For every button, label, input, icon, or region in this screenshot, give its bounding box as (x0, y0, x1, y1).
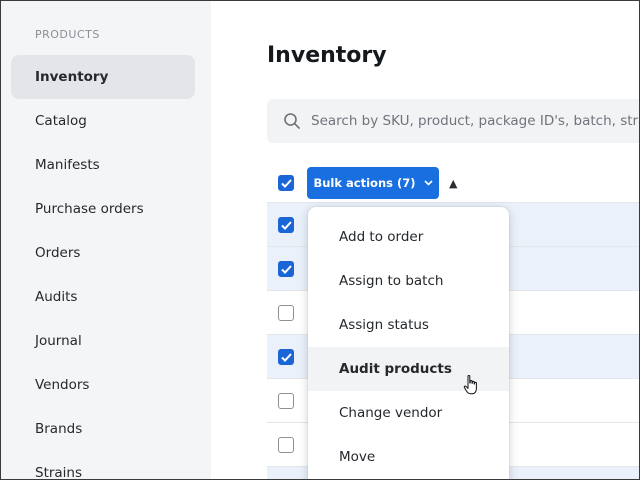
sidebar-item-journal[interactable]: Journal (11, 319, 195, 363)
sidebar-item-manifests[interactable]: Manifests (11, 143, 195, 187)
page-title: Inventory (267, 43, 387, 68)
bulk-actions-menu: Add to order Assign to batch Assign stat… (308, 207, 509, 479)
sidebar-item-catalog[interactable]: Catalog (11, 99, 195, 143)
app-window: PRODUCTS Inventory Catalog Manifests Pur… (0, 0, 640, 480)
menu-item-assign-status[interactable]: Assign status (308, 303, 509, 347)
sidebar: PRODUCTS Inventory Catalog Manifests Pur… (1, 1, 211, 479)
menu-item-change-vendor[interactable]: Change vendor (308, 391, 509, 435)
search-bar[interactable] (267, 99, 639, 143)
menu-item-move[interactable]: Move (308, 435, 509, 479)
row-checkbox[interactable] (278, 437, 294, 453)
sidebar-item-brands[interactable]: Brands (11, 407, 195, 451)
menu-item-add-to-order[interactable]: Add to order (308, 215, 509, 259)
sidebar-item-strains[interactable]: Strains (11, 451, 195, 479)
search-input[interactable] (311, 113, 639, 129)
row-checkbox[interactable] (278, 393, 294, 409)
checkmark-icon (280, 264, 292, 274)
hand-pointer-cursor-icon (463, 374, 477, 395)
checkmark-icon (280, 178, 292, 188)
menu-item-assign-to-batch[interactable]: Assign to batch (308, 259, 509, 303)
select-all-checkbox[interactable] (278, 175, 294, 191)
row-checkbox[interactable] (278, 217, 294, 233)
checkmark-icon (280, 220, 292, 230)
sidebar-item-purchase-orders[interactable]: Purchase orders (11, 187, 195, 231)
bulk-actions-button[interactable]: Bulk actions (7) (307, 167, 439, 199)
sidebar-section-label: PRODUCTS (35, 28, 100, 41)
table-toolbar: Bulk actions (7) ▲ (267, 164, 639, 200)
checkmark-icon (280, 352, 292, 362)
search-icon (284, 113, 300, 129)
row-checkbox[interactable] (278, 261, 294, 277)
sidebar-item-vendors[interactable]: Vendors (11, 363, 195, 407)
sort-caret-up-icon[interactable]: ▲ (449, 177, 457, 190)
sidebar-item-orders[interactable]: Orders (11, 231, 195, 275)
chevron-down-icon (423, 180, 433, 186)
row-checkbox[interactable] (278, 305, 294, 321)
bulk-actions-label: Bulk actions (7) (313, 176, 416, 190)
sidebar-item-inventory[interactable]: Inventory (11, 55, 195, 99)
sidebar-item-audits[interactable]: Audits (11, 275, 195, 319)
row-checkbox[interactable] (278, 349, 294, 365)
